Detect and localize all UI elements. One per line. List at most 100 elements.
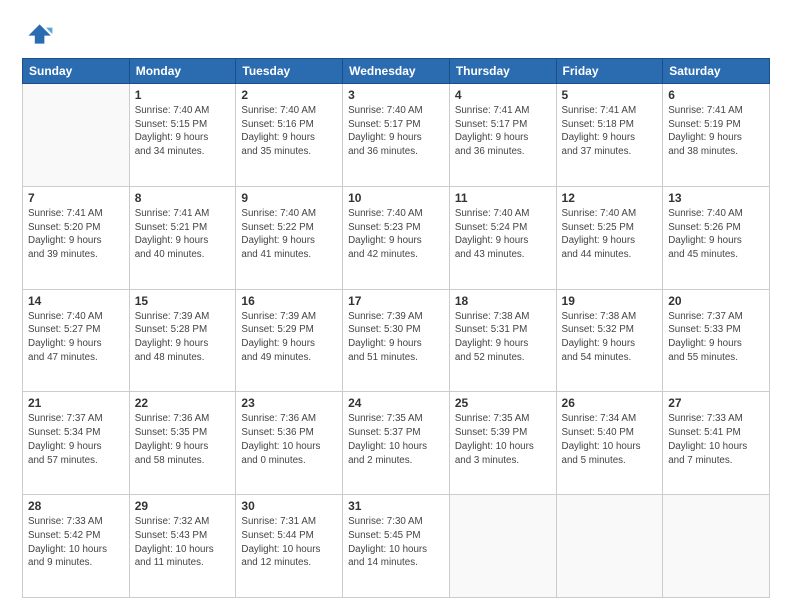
day-info: Sunrise: 7:40 AM Sunset: 5:27 PM Dayligh… [28, 310, 124, 365]
day-number: 22 [135, 396, 231, 410]
calendar-cell: 14 Sunrise: 7:40 AM Sunset: 5:27 PM Dayli… [23, 289, 130, 392]
calendar-cell: 29Sunrise: 7:32 AM Sunset: 5:43 PM Dayli… [129, 495, 236, 598]
calendar-cell: 3 Sunrise: 7:40 AM Sunset: 5:17 PM Daylig… [343, 84, 450, 187]
calendar-cell: 30Sunrise: 7:31 AM Sunset: 5:44 PM Dayli… [236, 495, 343, 598]
day-info: Sunrise: 7:40 AM Sunset: 5:24 PM Dayligh… [455, 207, 551, 262]
calendar-cell: 9 Sunrise: 7:40 AM Sunset: 5:22 PM Daylig… [236, 186, 343, 289]
day-header-tuesday: Tuesday [236, 59, 343, 84]
calendar-cell: 2 Sunrise: 7:40 AM Sunset: 5:16 PM Daylig… [236, 84, 343, 187]
day-info: Sunrise: 7:38 AM Sunset: 5:31 PM Dayligh… [455, 310, 551, 365]
day-number: 24 [348, 396, 444, 410]
calendar-body: 1 Sunrise: 7:40 AM Sunset: 5:15 PM Daylig… [23, 84, 770, 598]
calendar-cell: 11 Sunrise: 7:40 AM Sunset: 5:24 PM Dayli… [449, 186, 556, 289]
day-info: Sunrise: 7:35 AM Sunset: 5:37 PM Dayligh… [348, 412, 444, 467]
calendar-cell: 6 Sunrise: 7:41 AM Sunset: 5:19 PM Daylig… [663, 84, 770, 187]
day-header-friday: Friday [556, 59, 663, 84]
calendar-cell: 20 Sunrise: 7:37 AM Sunset: 5:33 PM Dayli… [663, 289, 770, 392]
header [22, 18, 770, 50]
week-row-3: 14 Sunrise: 7:40 AM Sunset: 5:27 PM Dayli… [23, 289, 770, 392]
calendar-cell [663, 495, 770, 598]
calendar-cell: 10Sunrise: 7:40 AM Sunset: 5:23 PM Dayli… [343, 186, 450, 289]
day-number: 16 [241, 294, 337, 308]
day-number: 8 [135, 191, 231, 205]
calendar-cell: 13 Sunrise: 7:40 AM Sunset: 5:26 PM Dayli… [663, 186, 770, 289]
calendar-table: SundayMondayTuesdayWednesdayThursdayFrid… [22, 58, 770, 598]
day-number: 9 [241, 191, 337, 205]
week-row-1: 1 Sunrise: 7:40 AM Sunset: 5:15 PM Daylig… [23, 84, 770, 187]
calendar-cell: 18 Sunrise: 7:38 AM Sunset: 5:31 PM Dayli… [449, 289, 556, 392]
calendar-cell [23, 84, 130, 187]
logo-icon [22, 18, 54, 50]
day-info: Sunrise: 7:33 AM Sunset: 5:42 PM Dayligh… [28, 515, 124, 570]
day-info: Sunrise: 7:38 AM Sunset: 5:32 PM Dayligh… [562, 310, 658, 365]
day-number: 28 [28, 499, 124, 513]
day-number: 17 [348, 294, 444, 308]
day-number: 13 [668, 191, 764, 205]
day-info: Sunrise: 7:39 AM Sunset: 5:29 PM Dayligh… [241, 310, 337, 365]
day-info: Sunrise: 7:41 AM Sunset: 5:18 PM Dayligh… [562, 104, 658, 159]
day-number: 21 [28, 396, 124, 410]
day-info: Sunrise: 7:33 AM Sunset: 5:41 PM Dayligh… [668, 412, 764, 467]
day-number: 11 [455, 191, 551, 205]
day-number: 20 [668, 294, 764, 308]
day-info: Sunrise: 7:40 AM Sunset: 5:26 PM Dayligh… [668, 207, 764, 262]
week-row-4: 21Sunrise: 7:37 AM Sunset: 5:34 PM Dayli… [23, 392, 770, 495]
calendar-cell: 31 Sunrise: 7:30 AM Sunset: 5:45 PM Dayli… [343, 495, 450, 598]
calendar-cell: 8 Sunrise: 7:41 AM Sunset: 5:21 PM Daylig… [129, 186, 236, 289]
day-number: 31 [348, 499, 444, 513]
day-number: 5 [562, 88, 658, 102]
day-header-monday: Monday [129, 59, 236, 84]
day-header-saturday: Saturday [663, 59, 770, 84]
day-number: 15 [135, 294, 231, 308]
week-row-2: 7Sunrise: 7:41 AM Sunset: 5:20 PM Daylig… [23, 186, 770, 289]
day-info: Sunrise: 7:36 AM Sunset: 5:36 PM Dayligh… [241, 412, 337, 467]
day-header-thursday: Thursday [449, 59, 556, 84]
day-number: 1 [135, 88, 231, 102]
calendar-cell: 5 Sunrise: 7:41 AM Sunset: 5:18 PM Daylig… [556, 84, 663, 187]
day-number: 30 [241, 499, 337, 513]
calendar-cell: 4Sunrise: 7:41 AM Sunset: 5:17 PM Daylig… [449, 84, 556, 187]
calendar-cell: 23 Sunrise: 7:36 AM Sunset: 5:36 PM Dayli… [236, 392, 343, 495]
calendar-cell: 7Sunrise: 7:41 AM Sunset: 5:20 PM Daylig… [23, 186, 130, 289]
calendar-cell: 21Sunrise: 7:37 AM Sunset: 5:34 PM Dayli… [23, 392, 130, 495]
calendar-cell: 17Sunrise: 7:39 AM Sunset: 5:30 PM Dayli… [343, 289, 450, 392]
day-number: 25 [455, 396, 551, 410]
day-info: Sunrise: 7:37 AM Sunset: 5:33 PM Dayligh… [668, 310, 764, 365]
day-info: Sunrise: 7:40 AM Sunset: 5:15 PM Dayligh… [135, 104, 231, 159]
day-number: 23 [241, 396, 337, 410]
week-row-5: 28 Sunrise: 7:33 AM Sunset: 5:42 PM Dayli… [23, 495, 770, 598]
calendar-cell: 15Sunrise: 7:39 AM Sunset: 5:28 PM Dayli… [129, 289, 236, 392]
day-info: Sunrise: 7:41 AM Sunset: 5:21 PM Dayligh… [135, 207, 231, 262]
day-number: 3 [348, 88, 444, 102]
day-number: 12 [562, 191, 658, 205]
calendar-cell: 12Sunrise: 7:40 AM Sunset: 5:25 PM Dayli… [556, 186, 663, 289]
day-info: Sunrise: 7:41 AM Sunset: 5:17 PM Dayligh… [455, 104, 551, 159]
calendar-cell: 22 Sunrise: 7:36 AM Sunset: 5:35 PM Dayli… [129, 392, 236, 495]
day-number: 19 [562, 294, 658, 308]
calendar-cell: 24 Sunrise: 7:35 AM Sunset: 5:37 PM Dayli… [343, 392, 450, 495]
calendar-cell: 1 Sunrise: 7:40 AM Sunset: 5:15 PM Daylig… [129, 84, 236, 187]
day-info: Sunrise: 7:30 AM Sunset: 5:45 PM Dayligh… [348, 515, 444, 570]
logo [22, 18, 58, 50]
day-number: 2 [241, 88, 337, 102]
calendar-cell: 26Sunrise: 7:34 AM Sunset: 5:40 PM Dayli… [556, 392, 663, 495]
calendar-cell: 16 Sunrise: 7:39 AM Sunset: 5:29 PM Dayli… [236, 289, 343, 392]
day-number: 6 [668, 88, 764, 102]
day-info: Sunrise: 7:41 AM Sunset: 5:19 PM Dayligh… [668, 104, 764, 159]
day-number: 18 [455, 294, 551, 308]
day-info: Sunrise: 7:40 AM Sunset: 5:23 PM Dayligh… [348, 207, 444, 262]
day-number: 29 [135, 499, 231, 513]
calendar-cell: 19 Sunrise: 7:38 AM Sunset: 5:32 PM Dayli… [556, 289, 663, 392]
day-info: Sunrise: 7:40 AM Sunset: 5:16 PM Dayligh… [241, 104, 337, 159]
day-header-wednesday: Wednesday [343, 59, 450, 84]
day-info: Sunrise: 7:35 AM Sunset: 5:39 PM Dayligh… [455, 412, 551, 467]
calendar-cell [556, 495, 663, 598]
day-number: 14 [28, 294, 124, 308]
day-info: Sunrise: 7:40 AM Sunset: 5:22 PM Dayligh… [241, 207, 337, 262]
calendar-cell [449, 495, 556, 598]
calendar-cell: 25 Sunrise: 7:35 AM Sunset: 5:39 PM Dayli… [449, 392, 556, 495]
day-number: 7 [28, 191, 124, 205]
day-info: Sunrise: 7:40 AM Sunset: 5:17 PM Dayligh… [348, 104, 444, 159]
header-row: SundayMondayTuesdayWednesdayThursdayFrid… [23, 59, 770, 84]
day-info: Sunrise: 7:36 AM Sunset: 5:35 PM Dayligh… [135, 412, 231, 467]
